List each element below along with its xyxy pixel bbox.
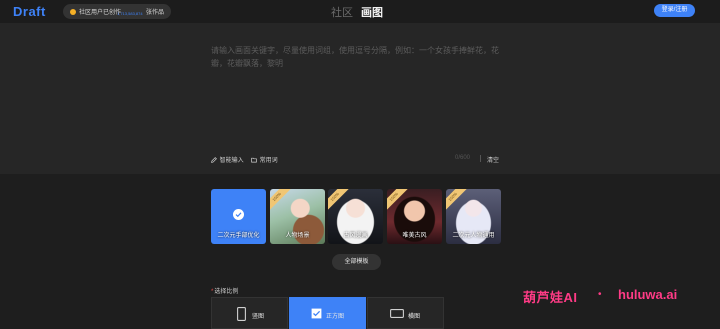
ratio-landscape-button[interactable]: 横图 [367, 297, 444, 329]
char-counter: 0/600 [455, 155, 471, 161]
stats-count: 1,713,583,874 [117, 11, 143, 16]
checkbox-check-icon [311, 308, 322, 319]
common-words-label: 常用词 [259, 158, 278, 164]
template-badge: 100% [387, 189, 409, 212]
watermark-text: 葫芦娃AI [523, 290, 578, 305]
draw-page: Draft 社区用户已创作 1,713,583,874 张作品 社区 画图 登录… [0, 0, 720, 329]
top-bar: Draft 社区用户已创作 1,713,583,874 张作品 社区 画图 登录… [0, 0, 720, 23]
stats-prefix: 社区用户已创作 [79, 10, 122, 16]
template-label: 人物场景 [285, 233, 310, 239]
watermark-separator: • [598, 289, 602, 300]
template-label: 古风漫画 [343, 233, 368, 239]
coin-icon [70, 8, 76, 15]
check-icon [233, 209, 244, 220]
prompt-input[interactable]: 请输入画面关键字，尽量使用词组，使用逗号分隔，例如：一个女孩手捧鲜花，花瓣，花瓣… [211, 44, 507, 70]
ratio-label: 正方图 [326, 314, 345, 320]
login-button[interactable]: 登录/注册 [654, 4, 695, 17]
template-card[interactable]: 100% 古风漫画 [328, 189, 383, 244]
ratio-label: 竖图 [252, 314, 265, 320]
template-badge: 100% [446, 189, 468, 212]
ratio-portrait-button[interactable]: 竖图 [211, 297, 288, 329]
landscape-rect-icon [390, 309, 404, 318]
template-badge: 100% [270, 189, 292, 212]
smart-input-button[interactable]: 智能输入 [211, 155, 244, 164]
template-card[interactable]: 100% 唯美古风 [387, 189, 442, 244]
common-words-button[interactable]: 常用词 [251, 155, 278, 164]
logo-text: Draft [13, 4, 46, 19]
template-card[interactable]: 二次元手部优化 [211, 189, 266, 244]
portrait-rect-icon [237, 307, 246, 321]
tab-draw[interactable]: 画图 [361, 4, 383, 20]
all-templates-button[interactable]: 全部模板 [332, 254, 381, 270]
ratio-square-button[interactable]: 正方图 [289, 297, 366, 329]
creation-stats: 社区用户已创作 1,713,583,874 张作品 [63, 4, 171, 19]
ratio-title-text: 选择比例 [214, 289, 239, 295]
template-label: 二次元手部优化 [217, 233, 260, 239]
folder-icon [251, 157, 257, 163]
template-card[interactable]: 100% 二次元人物通用 [446, 189, 501, 244]
ratio-title: *选择比例 [211, 286, 238, 295]
smart-input-label: 智能输入 [219, 158, 244, 164]
template-badge: 100% [328, 189, 350, 212]
logo[interactable]: Draft [13, 4, 46, 19]
watermark-url: huluwa.ai [618, 287, 678, 302]
stats-suffix: 张作品 [146, 10, 165, 16]
clear-button[interactable]: 清空 [487, 155, 499, 164]
required-mark: * [211, 289, 214, 295]
tab-community[interactable]: 社区 [331, 4, 353, 20]
pen-icon [211, 157, 217, 163]
ratio-label: 横图 [408, 314, 421, 320]
divider [480, 155, 481, 162]
template-card[interactable]: 100% 人物场景 [270, 189, 325, 244]
template-label: 唯美古风 [402, 233, 427, 239]
template-label: 二次元人物通用 [452, 233, 495, 239]
